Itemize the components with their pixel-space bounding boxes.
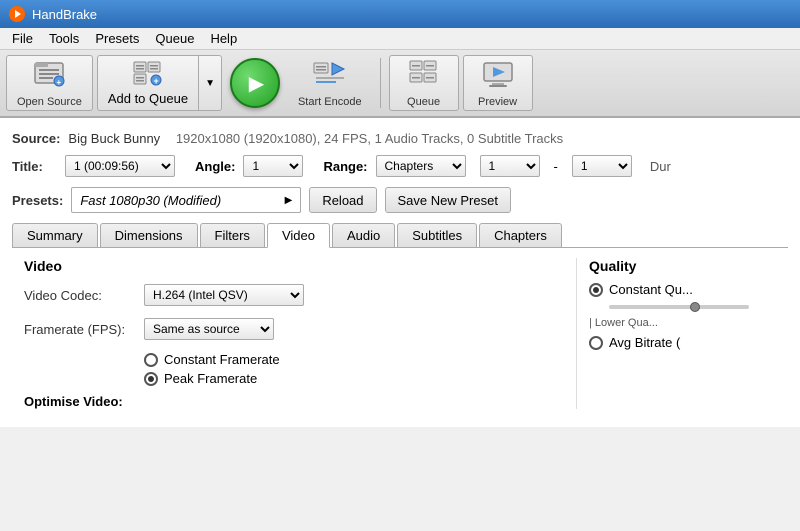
video-section-title: Video [24,258,556,274]
avg-bitrate-option: Avg Bitrate ( [589,335,776,350]
optimise-video-label: Optimise Video: [24,394,556,409]
preview-icon [482,59,514,94]
quality-slider-thumb[interactable] [690,302,700,312]
quality-title: Quality [589,258,776,274]
range-select[interactable]: Chapters [376,155,466,177]
start-encode-icon [312,59,348,94]
title-select[interactable]: 1 (00:09:56) [65,155,175,177]
open-source-button[interactable]: + Open Source [6,55,93,111]
tab-audio[interactable]: Audio [332,223,395,247]
avg-bitrate-radio[interactable] [589,336,603,350]
fps-row: Framerate (FPS): Same as source [24,318,556,340]
menu-bar: File Tools Presets Queue Help [0,28,800,50]
preset-arrow-icon: ▶ [285,195,293,206]
preview-label: Preview [478,96,517,108]
tab-subtitles[interactable]: Subtitles [397,223,477,247]
video-left-column: Video Video Codec: H.264 (Intel QSV) Fra… [24,258,556,409]
svg-text:+: + [57,78,62,87]
title-field-label: Title: [12,159,57,174]
range-label: Range: [323,159,367,174]
add-to-queue-label: Add to Queue [108,91,188,106]
queue-icon [408,59,440,94]
presets-row: Presets: Fast 1080p30 (Modified) ▶ Reloa… [12,181,788,219]
tab-summary[interactable]: Summary [12,223,98,247]
start-encode-label: Start Encode [298,96,362,108]
save-new-preset-button[interactable]: Save New Preset [385,187,511,213]
tab-chapters[interactable]: Chapters [479,223,562,247]
video-tab-content: Video Video Codec: H.264 (Intel QSV) Fra… [12,248,788,419]
source-details-sep [166,131,170,146]
chapter-start-select[interactable]: 1 [480,155,540,177]
fps-label: Framerate (FPS): [24,322,144,337]
app-title: HandBrake [32,7,97,22]
angle-select[interactable]: 1 [243,155,303,177]
menu-file[interactable]: File [4,30,41,47]
framerate-radio-group: Constant Framerate Peak Framerate [144,352,556,386]
peak-framerate-radio[interactable] [144,372,158,386]
main-content: Source: Big Buck Bunny 1920x1080 (1920x1… [0,118,800,427]
quality-slider-track [609,305,749,309]
lower-quality-note: | Lower Qua... [589,317,776,329]
menu-help[interactable]: Help [202,30,245,47]
menu-presets[interactable]: Presets [87,30,147,47]
peak-framerate-option[interactable]: Peak Framerate [144,371,556,386]
open-source-icon: + [33,59,65,94]
toolbar: + Open Source + [0,50,800,118]
chapter-dash: - [554,159,558,174]
avg-bitrate-label: Avg Bitrate ( [609,335,680,350]
open-source-label: Open Source [17,96,82,108]
codec-row: Video Codec: H.264 (Intel QSV) [24,284,556,306]
menu-tools[interactable]: Tools [41,30,87,47]
add-to-queue-dropdown-arrow[interactable]: ▼ [199,56,221,110]
video-layout: Video Video Codec: H.264 (Intel QSV) Fra… [24,258,776,409]
queue-label: Queue [407,96,440,108]
queue-button[interactable]: Queue [389,55,459,111]
constant-quality-radio[interactable] [589,283,603,297]
source-details: 1920x1080 (1920x1080), 24 FPS, 1 Audio T… [176,131,563,146]
preset-current-value: Fast 1080p30 (Modified) [80,193,221,208]
preview-button[interactable]: Preview [463,55,533,111]
preset-selector[interactable]: Fast 1080p30 (Modified) ▶ [71,187,301,213]
title-row: Title: 1 (00:09:56) Angle: 1 Range: Chap… [12,151,788,181]
tab-filters[interactable]: Filters [200,223,265,247]
constant-quality-label: Constant Qu... [609,282,693,297]
menu-queue[interactable]: Queue [147,30,202,47]
add-to-queue-main[interactable]: + Add to Queue [98,56,199,110]
toolbar-sep-1 [380,58,381,108]
duration-label: Dur [650,159,671,174]
svg-text:+: + [153,76,158,86]
quality-slider-container [589,305,776,309]
start-encode-play-button[interactable]: ▶ [230,58,280,108]
tab-video[interactable]: Video [267,223,330,248]
source-filename: Big Buck Bunny [68,131,160,146]
codec-label: Video Codec: [24,288,144,303]
start-encode-button[interactable]: Start Encode [288,55,372,111]
peak-framerate-label: Peak Framerate [164,371,257,386]
reload-button[interactable]: Reload [309,187,376,213]
source-label: Source: [12,131,60,146]
fps-select[interactable]: Same as source [144,318,274,340]
angle-label: Angle: [195,159,235,174]
source-row: Source: Big Buck Bunny 1920x1080 (1920x1… [12,126,788,151]
constant-framerate-radio[interactable] [144,353,158,367]
codec-select[interactable]: H.264 (Intel QSV) [144,284,304,306]
play-icon: ▶ [249,71,264,96]
add-to-queue-button[interactable]: + Add to Queue ▼ [97,55,222,111]
add-queue-icon: + [132,60,164,91]
title-bar: HandBrake [0,0,800,28]
constant-quality-option: Constant Qu... [589,282,776,297]
tab-dimensions[interactable]: Dimensions [100,223,198,247]
tabs-bar: Summary Dimensions Filters Video Audio S… [12,219,788,248]
constant-framerate-option[interactable]: Constant Framerate [144,352,556,367]
app-icon [8,5,26,23]
presets-label: Presets: [12,193,63,208]
constant-framerate-label: Constant Framerate [164,352,280,367]
quality-column: Quality Constant Qu... | Lower Qua... Av… [576,258,776,409]
chapter-end-select[interactable]: 1 [572,155,632,177]
